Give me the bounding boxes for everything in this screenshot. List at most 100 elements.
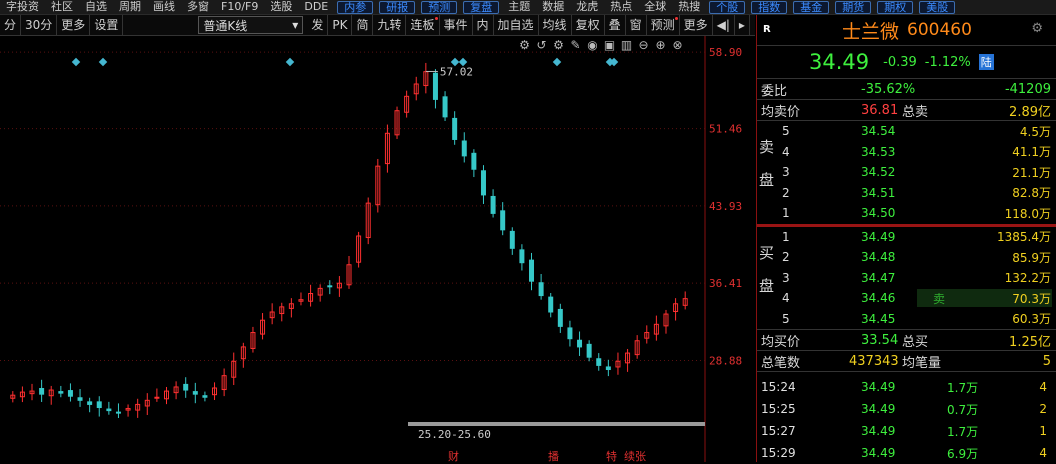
buy-level-4[interactable]: 4 34.46 卖 70.3万 bbox=[777, 288, 1056, 309]
tool-window[interactable]: 窗 bbox=[626, 15, 647, 35]
btn-options[interactable]: 期权 bbox=[877, 0, 914, 14]
tool-pk[interactable]: PK bbox=[328, 15, 353, 35]
buy-level-price: 34.46 bbox=[861, 291, 896, 306]
menu-item-screener[interactable]: 选股 bbox=[264, 0, 298, 14]
event-diamond bbox=[285, 57, 295, 67]
kline-type-select[interactable]: 普通K线 ▾ bbox=[198, 16, 304, 34]
rotate-icon[interactable]: ↺ bbox=[535, 38, 548, 52]
sell-level-2[interactable]: 2 34.51 82.8万 bbox=[777, 183, 1056, 204]
tool-more[interactable]: 更多 bbox=[680, 15, 713, 35]
sell-level-4[interactable]: 4 34.53 41.1万 bbox=[777, 142, 1056, 163]
menu-item-data[interactable]: 数据 bbox=[536, 0, 570, 14]
menu-item-f10[interactable]: F10/F9 bbox=[215, 0, 264, 14]
menu-item-touzi[interactable]: 字投资 bbox=[0, 0, 45, 14]
settings-button[interactable]: 设置 bbox=[90, 15, 124, 35]
gear-icon[interactable]: ⚙ bbox=[552, 38, 565, 52]
tool-events[interactable]: 事件 bbox=[440, 15, 473, 35]
zoom-in-icon[interactable]: ⊕ bbox=[654, 38, 667, 52]
quote-panel: R 士兰微 600460 ⚙ 34.49 -0.39 -1.12% 陆 委比 -… bbox=[756, 15, 1056, 462]
btn-index[interactable]: 指数 bbox=[751, 0, 788, 14]
sell-level-3[interactable]: 3 34.52 21.1万 bbox=[777, 162, 1056, 183]
candle-body bbox=[519, 249, 525, 264]
trash-icon[interactable]: ▥ bbox=[620, 38, 633, 52]
avg-buy-row: 均买价 33.54 总买 1.25亿 bbox=[757, 329, 1056, 351]
menu-item-hot[interactable]: 热点 bbox=[604, 0, 638, 14]
candle-body bbox=[509, 230, 515, 249]
sell-level-num: 3 bbox=[782, 165, 790, 180]
tick-row[interactable]: 15:29 34.49 6.9万 4 bbox=[757, 442, 1056, 464]
tick-time: 15:27 bbox=[761, 424, 796, 438]
menu-item-dde[interactable]: DDE bbox=[298, 0, 334, 14]
btn-research[interactable]: 研报 bbox=[379, 0, 416, 14]
event-marker: 播 bbox=[548, 449, 559, 462]
buy-level-5[interactable]: 5 34.45 60.3万 bbox=[777, 309, 1056, 330]
pen-icon[interactable]: ✎ bbox=[569, 38, 582, 52]
avg-buy-label: 均买价 bbox=[761, 334, 801, 350]
candle-body bbox=[154, 396, 160, 399]
close-icon[interactable]: ⊗ bbox=[671, 38, 684, 52]
period-minute[interactable]: 分 bbox=[0, 15, 22, 35]
tool-overlay[interactable]: 叠 bbox=[605, 15, 626, 35]
menu-item-draw[interactable]: 画线 bbox=[147, 0, 181, 14]
menu-item-multi-window[interactable]: 多窗 bbox=[181, 0, 215, 14]
expand-icon[interactable]: ▸ bbox=[735, 15, 750, 35]
btn-forecast[interactable]: 预测 bbox=[421, 0, 458, 14]
tick-row[interactable]: 15:25 34.49 0.7万 2 bbox=[757, 398, 1056, 420]
total-trades-label: 总笔数 bbox=[761, 355, 801, 371]
add-watchlist-button[interactable]: 加自选 bbox=[494, 15, 539, 35]
avg-sell-row: 均卖价 36.81 总卖 2.89亿 bbox=[757, 100, 1056, 121]
tool-simple[interactable]: 简 bbox=[352, 15, 374, 35]
total-sell-label: 总卖 bbox=[902, 104, 929, 120]
tool-adjust[interactable]: 复权 bbox=[572, 15, 605, 35]
buy-level-num: 3 bbox=[782, 270, 790, 285]
menu-item-community[interactable]: 社区 bbox=[45, 0, 79, 14]
zoom-out-icon[interactable]: ⊖ bbox=[637, 38, 650, 52]
sell-level-vol: 118.0万 bbox=[1004, 206, 1051, 221]
tool-ma[interactable]: 均线 bbox=[539, 15, 572, 35]
buy-level-2[interactable]: 2 34.48 85.9万 bbox=[777, 247, 1056, 268]
btn-us-stocks[interactable]: 美股 bbox=[919, 0, 956, 14]
stock-name: 士兰微 bbox=[842, 20, 900, 43]
menu-item-period[interactable]: 周期 bbox=[113, 0, 147, 14]
settings-gear-icon[interactable]: ⚙ bbox=[518, 38, 531, 52]
tick-price: 34.49 bbox=[861, 380, 896, 394]
kline-chart[interactable]: 58.90 51.46 43.93 36.41 28.88 57.02 25.20-25.6… bbox=[0, 36, 755, 462]
menu-item-global[interactable]: 全球 bbox=[638, 0, 672, 14]
candle-body bbox=[202, 395, 208, 398]
sell-level-price: 34.54 bbox=[861, 124, 896, 139]
btn-insider[interactable]: 内参 bbox=[337, 0, 374, 14]
btn-stock[interactable]: 个股 bbox=[709, 0, 746, 14]
chart-toolbar: 分 30分 更多 设置 普通K线 ▾ 发 PK 简 九转 连板 事件 内 加自选… bbox=[0, 15, 755, 36]
buy-level-1[interactable]: 1 34.49 1385.4万 bbox=[777, 227, 1056, 248]
tick-row[interactable]: 15:27 34.49 1.7万 1 bbox=[757, 420, 1056, 442]
sell-level-1[interactable]: 1 34.50 118.0万 bbox=[777, 203, 1056, 224]
tick-vol: 6.9万 bbox=[947, 446, 979, 461]
candle-body bbox=[461, 140, 467, 157]
tool-limit-up[interactable]: 连板 bbox=[406, 15, 440, 35]
tick-row[interactable]: 15:24 34.49 1.7万 4 bbox=[757, 376, 1056, 398]
candle-body bbox=[96, 401, 102, 409]
tick-vol: 0.7万 bbox=[947, 402, 979, 417]
tool-forecast[interactable]: 预测 bbox=[647, 15, 680, 35]
menu-item-watchlist[interactable]: 自选 bbox=[79, 0, 113, 14]
buy-level-3[interactable]: 3 34.47 132.2万 bbox=[777, 268, 1056, 289]
candle-body bbox=[442, 96, 448, 118]
event-marker: 财 bbox=[448, 449, 459, 462]
eye-icon[interactable]: ◉ bbox=[586, 38, 599, 52]
menu-item-dragon[interactable]: 龙虎 bbox=[570, 0, 604, 14]
period-30min[interactable]: 30分 bbox=[21, 15, 58, 35]
menu-item-hotsearch[interactable]: 热搜 bbox=[672, 0, 706, 14]
btn-fund[interactable]: 基金 bbox=[793, 0, 830, 14]
period-more[interactable]: 更多 bbox=[57, 15, 91, 35]
gear-icon[interactable]: ⚙ bbox=[1031, 21, 1043, 36]
tool-inner[interactable]: 内 bbox=[473, 15, 494, 35]
menu-item-theme[interactable]: 主题 bbox=[502, 0, 536, 14]
sell-level-5[interactable]: 5 34.54 4.5万 bbox=[777, 121, 1056, 142]
btn-futures[interactable]: 期货 bbox=[835, 0, 872, 14]
btn-replay[interactable]: 复盘 bbox=[463, 0, 500, 14]
stock-code: 600460 bbox=[907, 20, 972, 40]
tool-post[interactable]: 发 bbox=[307, 15, 329, 35]
lock-icon[interactable]: ▣ bbox=[603, 38, 616, 52]
tool-nine-turn[interactable]: 九转 bbox=[373, 15, 407, 35]
sound-icon[interactable]: ◀| bbox=[713, 15, 735, 35]
